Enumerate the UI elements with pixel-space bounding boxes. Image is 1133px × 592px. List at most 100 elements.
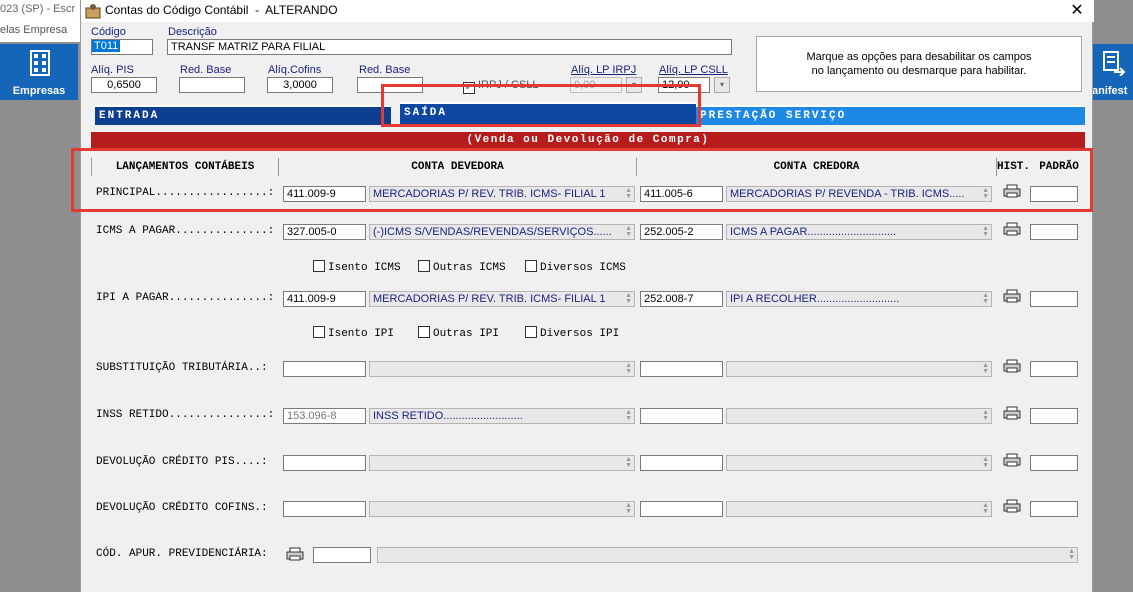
- spin-icon: ▲ ▼: [982, 292, 989, 305]
- isento-ipi-box[interactable]: [313, 326, 325, 338]
- red-base-input-1[interactable]: [179, 77, 245, 93]
- saida-highlight-box: [381, 84, 701, 127]
- padrao-ipi-a-pagar[interactable]: [1030, 291, 1078, 307]
- deb-code-substituicao-tributaria[interactable]: [283, 361, 366, 377]
- deb-desc-text-inss-retido: INSS RETIDO..........................: [373, 410, 523, 422]
- diversos-icms-box[interactable]: [525, 260, 537, 272]
- row-label-icms-a-pagar: ICMS A PAGAR..............:: [96, 225, 275, 237]
- outras-icms-box[interactable]: [418, 260, 430, 272]
- cred-code-substituicao-tributaria[interactable]: [640, 361, 723, 377]
- deb-desc-text-ipi-a-pagar: MERCADORIAS P/ REV. TRIB. ICMS- FILIAL 1: [373, 293, 606, 305]
- printer-icon[interactable]: [1003, 222, 1021, 236]
- cred-desc-text-ipi-a-pagar: IPI A RECOLHER..........................…: [730, 293, 900, 305]
- cred-desc-icms-a-pagar[interactable]: ICMS A PAGAR............................…: [726, 224, 992, 240]
- isento-icms-checkbox[interactable]: Isento ICMS: [313, 260, 401, 274]
- dialog-titlebar: Contas do Código Contábil - ALTERANDO ✕: [81, 0, 1094, 22]
- printer-icon[interactable]: [1003, 453, 1021, 467]
- descricao-input[interactable]: TRANSF MATRIZ PARA FILIAL: [167, 39, 732, 55]
- printer-icon[interactable]: [1003, 289, 1021, 303]
- cred-desc-text-icms-a-pagar: ICMS A PAGAR............................…: [730, 226, 897, 238]
- hint-line-2: no lançamento ou desmarque para habilita…: [811, 65, 1027, 77]
- cred-desc-principal[interactable]: MERCADORIAS P/ REVENDA - TRIB. ICMS.....…: [726, 186, 992, 202]
- building-icon: [30, 50, 50, 76]
- manifest-tile[interactable]: anifest: [1092, 44, 1133, 100]
- aliq-lp-csll-dropdown[interactable]: ▾: [714, 77, 730, 93]
- deb-code-devolucao-credito-cofins[interactable]: [283, 501, 366, 517]
- codigo-value: T011: [92, 40, 121, 52]
- deb-desc-principal[interactable]: MERCADORIAS P/ REV. TRIB. ICMS- FILIAL 1…: [369, 186, 635, 202]
- printer-icon[interactable]: [1003, 184, 1021, 198]
- cod-apur-desc[interactable]: ▲ ▼: [377, 547, 1078, 563]
- printer-icon[interactable]: [1003, 499, 1021, 513]
- document-arrow-icon: [1103, 51, 1126, 76]
- deb-desc-substituicao-tributaria[interactable]: ▲ ▼: [369, 361, 635, 377]
- deb-desc-devolucao-credito-pis[interactable]: ▲ ▼: [369, 455, 635, 471]
- diversos-ipi-label: Diversos IPI: [540, 328, 620, 340]
- cred-desc-devolucao-credito-pis[interactable]: ▲ ▼: [726, 455, 992, 471]
- deb-desc-ipi-a-pagar[interactable]: MERCADORIAS P/ REV. TRIB. ICMS- FILIAL 1…: [369, 291, 635, 307]
- padrao-devolucao-credito-pis[interactable]: [1030, 455, 1078, 471]
- padrao-icms-a-pagar[interactable]: [1030, 224, 1078, 240]
- printer-icon[interactable]: [1003, 406, 1021, 420]
- spin-icon: ▲ ▼: [625, 292, 632, 305]
- cod-apur-label: CÓD. APUR. PREVIDENCIÁRIA:: [96, 548, 268, 560]
- diversos-ipi-box[interactable]: [525, 326, 537, 338]
- close-button[interactable]: ✕: [1067, 1, 1087, 21]
- deb-code-principal[interactable]: 411.009-9: [283, 186, 366, 202]
- cred-code-ipi-a-pagar[interactable]: 252.008-7: [640, 291, 723, 307]
- red-base-label-2: Red. Base: [359, 64, 411, 76]
- printer-icon[interactable]: [1003, 359, 1021, 373]
- cred-code-principal[interactable]: 411.005-6: [640, 186, 723, 202]
- deb-desc-inss-retido[interactable]: INSS RETIDO.......................... ▲ ▼: [369, 408, 635, 424]
- row-label-substituicao-tributaria: SUBSTITUIÇÃO TRIBUTÁRIA..:: [96, 362, 268, 374]
- deb-code-ipi-a-pagar[interactable]: 411.009-9: [283, 291, 366, 307]
- cred-desc-substituicao-tributaria[interactable]: ▲ ▼: [726, 361, 992, 377]
- cred-code-devolucao-credito-cofins[interactable]: [640, 501, 723, 517]
- diversos-ipi-checkbox[interactable]: Diversos IPI: [525, 326, 619, 340]
- cred-desc-ipi-a-pagar[interactable]: IPI A RECOLHER..........................…: [726, 291, 992, 307]
- row-label-ipi-a-pagar: IPI A PAGAR...............:: [96, 292, 275, 304]
- aliq-pis-label: Alíq. PIS: [91, 64, 134, 76]
- tab-entrada[interactable]: ENTRADA: [95, 105, 391, 125]
- cred-desc-devolucao-credito-cofins[interactable]: ▲ ▼: [726, 501, 992, 517]
- spin-icon: ▲ ▼: [625, 362, 632, 375]
- cred-desc-inss-retido[interactable]: ▲ ▼: [726, 408, 992, 424]
- deb-desc-icms-a-pagar[interactable]: (-)ICMS S/VENDAS/REVENDAS/SERVIÇOS......…: [369, 224, 635, 240]
- deb-code-icms-a-pagar[interactable]: 327.005-0: [283, 224, 366, 240]
- padrao-principal[interactable]: [1030, 186, 1078, 202]
- row-label-devolucao-credito-pis: DEVOLUÇÃO CRÉDITO PIS....:: [96, 456, 268, 468]
- outras-ipi-checkbox[interactable]: Outras IPI: [418, 326, 499, 340]
- printer-icon[interactable]: [286, 547, 304, 561]
- diversos-icms-checkbox[interactable]: Diversos ICMS: [525, 260, 626, 274]
- cred-code-inss-retido[interactable]: [640, 408, 723, 424]
- red-base-label-1: Red. Base: [180, 64, 232, 76]
- padrao-devolucao-credito-cofins[interactable]: [1030, 501, 1078, 517]
- spin-icon: ▲ ▼: [625, 225, 632, 238]
- aliq-cofins-input[interactable]: 3,0000: [267, 77, 333, 93]
- aliq-cofins-label: Alíq.Cofins: [268, 64, 322, 76]
- spin-icon: ▲ ▼: [982, 409, 989, 422]
- tab-prestacao-servico[interactable]: PRESTAÇÃO SERVIÇO: [696, 105, 1085, 125]
- empresas-tile[interactable]: Empresas: [0, 44, 78, 100]
- deb-code-inss-retido[interactable]: 153.096-8: [283, 408, 366, 424]
- aliq-pis-input[interactable]: 0,6500: [91, 77, 157, 93]
- hint-line-1: Marque as opções para desabilitar os cam…: [806, 51, 1032, 63]
- spin-icon: ▲ ▼: [982, 502, 989, 515]
- outras-ipi-box[interactable]: [418, 326, 430, 338]
- spin-icon: ▲ ▼: [982, 456, 989, 469]
- deb-desc-devolucao-credito-cofins[interactable]: ▲ ▼: [369, 501, 635, 517]
- codigo-input[interactable]: T011: [91, 39, 153, 55]
- outras-ipi-label: Outras IPI: [433, 328, 500, 340]
- isento-ipi-checkbox[interactable]: Isento IPI: [313, 326, 394, 340]
- cred-code-devolucao-credito-pis[interactable]: [640, 455, 723, 471]
- padrao-inss-retido[interactable]: [1030, 408, 1078, 424]
- spin-icon: ▲ ▼: [625, 409, 632, 422]
- deb-code-devolucao-credito-pis[interactable]: [283, 455, 366, 471]
- cred-code-icms-a-pagar[interactable]: 252.005-2: [640, 224, 723, 240]
- cod-apur-input[interactable]: [313, 547, 371, 563]
- isento-icms-box[interactable]: [313, 260, 325, 272]
- outras-icms-checkbox[interactable]: Outras ICMS: [418, 260, 506, 274]
- outras-icms-label: Outras ICMS: [433, 262, 506, 274]
- manifest-tile-label: anifest: [1092, 85, 1128, 97]
- padrao-substituicao-tributaria[interactable]: [1030, 361, 1078, 377]
